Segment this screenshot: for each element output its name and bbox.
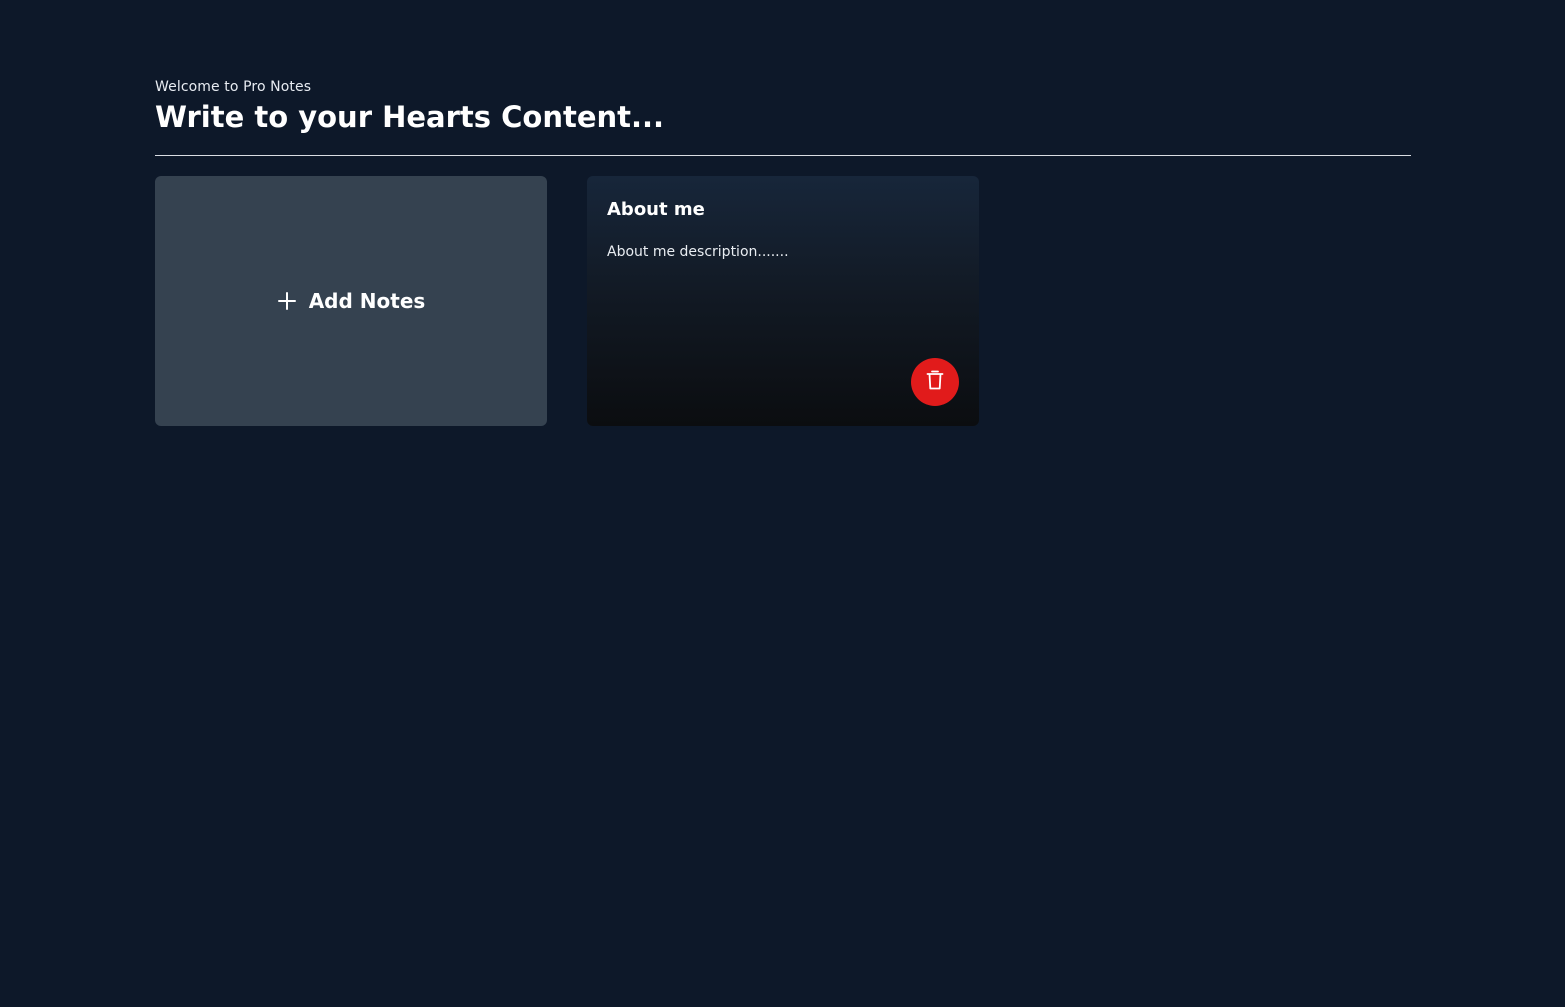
plus-icon	[277, 291, 297, 311]
note-card[interactable]: About me About me description.......	[587, 176, 979, 426]
notes-grid: Add Notes About me About me description.…	[155, 176, 979, 426]
delete-note-button[interactable]	[911, 358, 959, 406]
add-notes-content: Add Notes	[277, 289, 426, 313]
add-notes-label: Add Notes	[308, 289, 426, 313]
add-notes-button[interactable]: Add Notes	[155, 176, 547, 426]
page-header: Welcome to Pro Notes Write to your Heart…	[155, 78, 1411, 136]
notes-page: Welcome to Pro Notes Write to your Heart…	[0, 0, 1565, 1007]
note-description: About me description.......	[607, 244, 789, 260]
page-title: Write to your Hearts Content...	[155, 100, 665, 134]
trash-icon	[925, 369, 945, 395]
header-divider	[155, 155, 1411, 156]
note-title: About me	[607, 199, 705, 220]
welcome-text: Welcome to Pro Notes	[155, 79, 312, 95]
